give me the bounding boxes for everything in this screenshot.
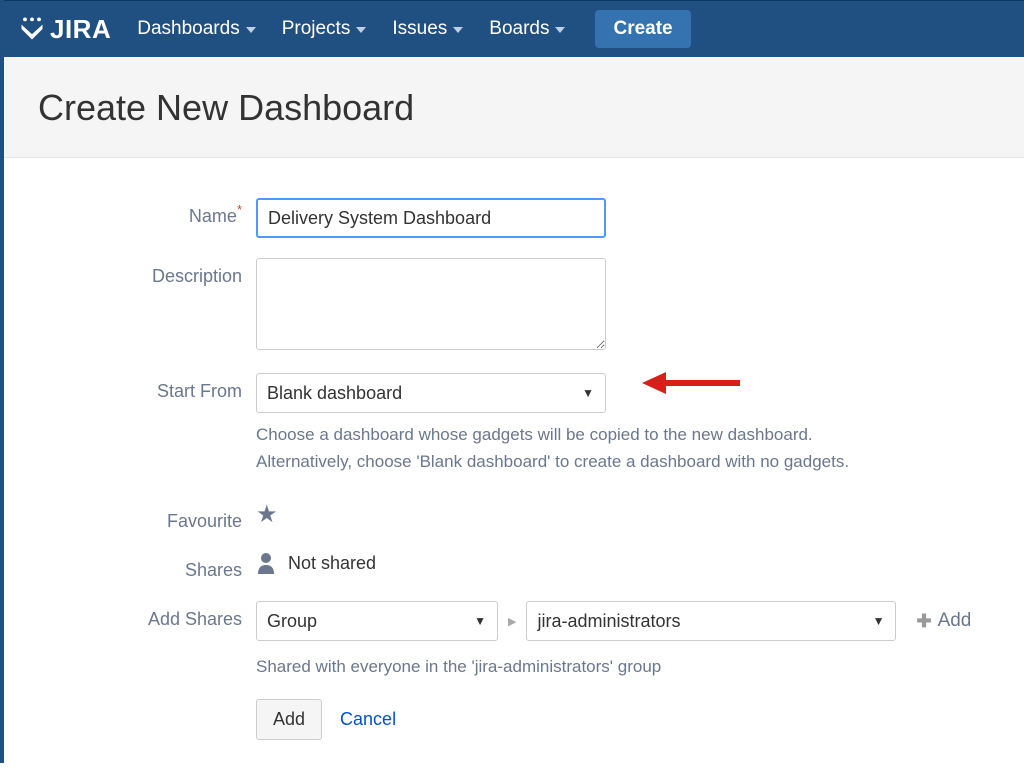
nav-dashboards[interactable]: Dashboards <box>137 18 255 40</box>
person-icon <box>256 552 276 574</box>
jira-logo[interactable]: JIRA <box>18 14 111 45</box>
share-type-select[interactable]: Group <box>256 601 498 641</box>
add-share-label: Add <box>938 610 972 632</box>
favourite-label: Favourite <box>38 503 256 532</box>
chevron-down-icon <box>453 27 463 33</box>
create-button[interactable]: Create <box>595 10 690 48</box>
startfrom-select[interactable]: Blank dashboard <box>256 373 606 413</box>
chevron-down-icon <box>356 27 366 33</box>
name-input[interactable] <box>256 198 606 238</box>
addshares-label: Add Shares <box>38 601 256 630</box>
nav-boards[interactable]: Boards <box>489 18 565 40</box>
required-asterisk: * <box>237 202 242 217</box>
nav-projects-label: Projects <box>282 18 351 40</box>
add-share-link[interactable]: ✚ Add <box>916 610 971 632</box>
chevron-down-icon <box>555 27 565 33</box>
chevron-down-icon <box>246 27 256 33</box>
startfrom-hint: Choose a dashboard whose gadgets will be… <box>256 421 896 475</box>
shares-value: Not shared <box>288 553 376 574</box>
nav-issues[interactable]: Issues <box>392 18 463 40</box>
nav-projects[interactable]: Projects <box>282 18 367 40</box>
nav-issues-label: Issues <box>392 18 447 40</box>
description-textarea[interactable] <box>256 258 606 350</box>
page-title: Create New Dashboard <box>38 87 990 129</box>
name-label: Name* <box>38 198 256 227</box>
nav-items: Dashboards Projects Issues Boards Create <box>137 10 690 48</box>
create-dashboard-form: Name* Description Start From Blank dashb… <box>4 158 1024 780</box>
startfrom-value: Blank dashboard <box>267 383 402 404</box>
description-label: Description <box>38 258 256 287</box>
star-icon[interactable]: ★ <box>256 501 278 528</box>
nav-boards-label: Boards <box>489 18 549 40</box>
share-group-value: jira-administrators <box>537 611 680 632</box>
brand-text: JIRA <box>50 14 111 45</box>
shares-label: Shares <box>38 552 256 581</box>
cancel-button[interactable]: Cancel <box>340 709 396 730</box>
top-nav: JIRA Dashboards Projects Issues Boards C… <box>4 0 1024 57</box>
startfrom-label: Start From <box>38 373 256 402</box>
share-type-value: Group <box>267 611 317 632</box>
chevron-right-icon: ▶ <box>508 615 516 628</box>
page-header: Create New Dashboard <box>4 57 1024 158</box>
plus-icon: ✚ <box>916 611 931 632</box>
nav-dashboards-label: Dashboards <box>137 18 239 40</box>
share-group-select[interactable]: jira-administrators <box>526 601 896 641</box>
addshares-hint: Shared with everyone in the 'jira-admini… <box>256 653 896 680</box>
jira-logo-icon <box>18 15 46 43</box>
submit-button[interactable]: Add <box>256 699 322 740</box>
